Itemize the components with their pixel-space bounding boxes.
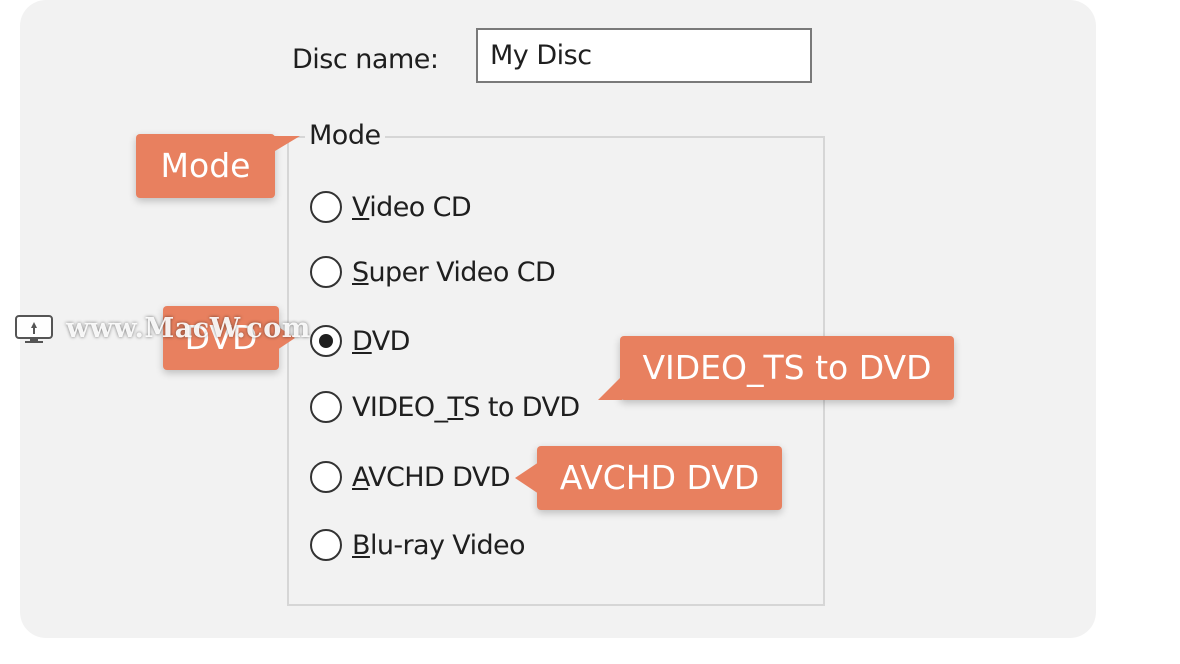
screenshot-canvas: Disc name: Mode Video CD Super Video CD … bbox=[0, 0, 1180, 664]
radio-label-dvd: DVD bbox=[352, 325, 410, 357]
radio-blu-ray-video[interactable]: Blu-ray Video bbox=[310, 525, 526, 565]
radio-video-cd[interactable]: Video CD bbox=[310, 187, 472, 227]
callout-avchd: AVCHD DVD bbox=[537, 446, 782, 510]
watermark-text: www.MacW.com bbox=[66, 313, 311, 344]
radio-button-circle[interactable] bbox=[310, 256, 342, 288]
radio-label-video-ts-to-dvd: VIDEO_TS to DVD bbox=[352, 391, 580, 423]
callout-video-ts-pointer bbox=[598, 376, 622, 400]
disc-name-label: Disc name: bbox=[292, 44, 439, 75]
callout-video-ts: VIDEO_TS to DVD bbox=[620, 336, 954, 400]
radio-label-super-video-cd: Super Video CD bbox=[352, 256, 556, 288]
radio-super-video-cd[interactable]: Super Video CD bbox=[310, 252, 556, 292]
callout-avchd-text: AVCHD DVD bbox=[559, 458, 760, 497]
radio-button-circle-selected[interactable] bbox=[310, 325, 342, 357]
radio-button-circle[interactable] bbox=[310, 191, 342, 223]
disc-name-input[interactable] bbox=[476, 28, 812, 83]
callout-avchd-pointer bbox=[515, 462, 539, 494]
callout-video-ts-text: VIDEO_TS to DVD bbox=[642, 348, 932, 387]
callout-mode: Mode bbox=[136, 134, 275, 198]
radio-label-video-cd: Video CD bbox=[352, 191, 472, 223]
callout-mode-pointer bbox=[270, 136, 300, 154]
radio-button-circle[interactable] bbox=[310, 529, 342, 561]
radio-button-circle[interactable] bbox=[310, 391, 342, 423]
watermark: www.MacW.com bbox=[14, 313, 311, 344]
radio-avchd-dvd[interactable]: AVCHD DVD bbox=[310, 457, 511, 497]
radio-label-blu-ray-video: Blu-ray Video bbox=[352, 529, 526, 561]
radio-video-ts-to-dvd[interactable]: VIDEO_TS to DVD bbox=[310, 387, 580, 427]
monitor-icon bbox=[15, 314, 53, 343]
radio-button-circle[interactable] bbox=[310, 461, 342, 493]
callout-mode-text: Mode bbox=[160, 146, 251, 185]
mode-group-title: Mode bbox=[305, 120, 385, 151]
radio-dvd[interactable]: DVD bbox=[310, 321, 410, 361]
radio-label-avchd-dvd: AVCHD DVD bbox=[352, 461, 511, 493]
